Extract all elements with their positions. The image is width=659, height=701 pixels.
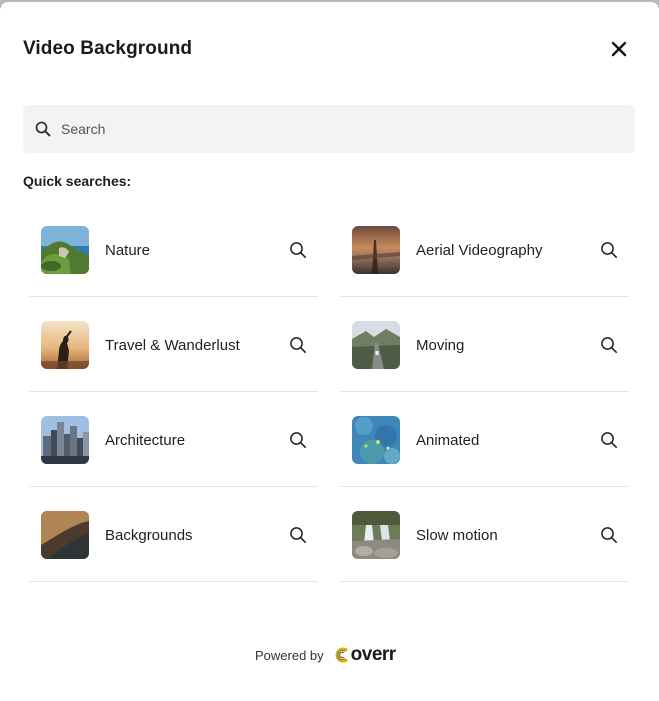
- close-button[interactable]: [605, 35, 633, 63]
- quick-search-label: Travel & Wanderlust: [105, 337, 240, 354]
- search-icon[interactable]: [600, 241, 618, 259]
- quick-search-label: Nature: [105, 242, 151, 259]
- search-icon[interactable]: [289, 336, 307, 354]
- quick-search-label: Animated: [416, 432, 480, 449]
- quick-search-slow-motion[interactable]: Slow motion: [340, 487, 629, 582]
- quick-search-label: Architecture: [105, 432, 186, 449]
- search-icon[interactable]: [600, 336, 618, 354]
- quick-search-animated[interactable]: Animated: [340, 392, 629, 487]
- quick-search-label: Moving: [416, 337, 465, 354]
- search-icon[interactable]: [600, 526, 618, 544]
- powered-by-label: Powered by: [255, 647, 324, 663]
- backgrounds-thumbnail: [41, 511, 89, 559]
- search-icon[interactable]: [600, 431, 618, 449]
- quick-search-label: Backgrounds: [105, 527, 193, 544]
- quick-searches-label: Quick searches:: [23, 173, 132, 189]
- search-icon[interactable]: [289, 431, 307, 449]
- slowmotion-thumbnail: [352, 511, 400, 559]
- coverr-logo-icon: [335, 647, 348, 663]
- coverr-logo-text: overr: [350, 644, 397, 665]
- quick-searches-grid: Nature Aerial Videography Travel & Wande…: [29, 202, 629, 582]
- quick-search-backgrounds[interactable]: Backgrounds: [29, 487, 318, 582]
- search-field[interactable]: [23, 105, 635, 153]
- search-icon: [35, 121, 51, 137]
- quick-search-aerial-videography[interactable]: Aerial Videography: [340, 202, 629, 297]
- close-icon: [611, 41, 627, 57]
- quick-search-nature[interactable]: Nature: [29, 202, 318, 297]
- powered-by-footer: Powered by overr: [255, 644, 396, 666]
- coverr-logo[interactable]: overr: [334, 644, 396, 666]
- quick-search-travel-wanderlust[interactable]: Travel & Wanderlust: [29, 297, 318, 392]
- quick-search-label: Slow motion: [416, 527, 498, 544]
- modal-title: Video Background: [23, 38, 193, 59]
- travel-thumbnail: [41, 321, 89, 369]
- search-input[interactable]: [61, 105, 621, 153]
- quick-search-moving[interactable]: Moving: [340, 297, 629, 392]
- animated-thumbnail: [352, 416, 400, 464]
- quick-search-architecture[interactable]: Architecture: [29, 392, 318, 487]
- video-background-modal: Video Background Quick searches:: [0, 2, 659, 701]
- quick-search-label: Aerial Videography: [416, 242, 543, 259]
- architecture-thumbnail: [41, 416, 89, 464]
- search-icon[interactable]: [289, 241, 307, 259]
- moving-thumbnail: [352, 321, 400, 369]
- search-icon[interactable]: [289, 526, 307, 544]
- aerial-thumbnail: [352, 226, 400, 274]
- nature-thumbnail: [41, 226, 89, 274]
